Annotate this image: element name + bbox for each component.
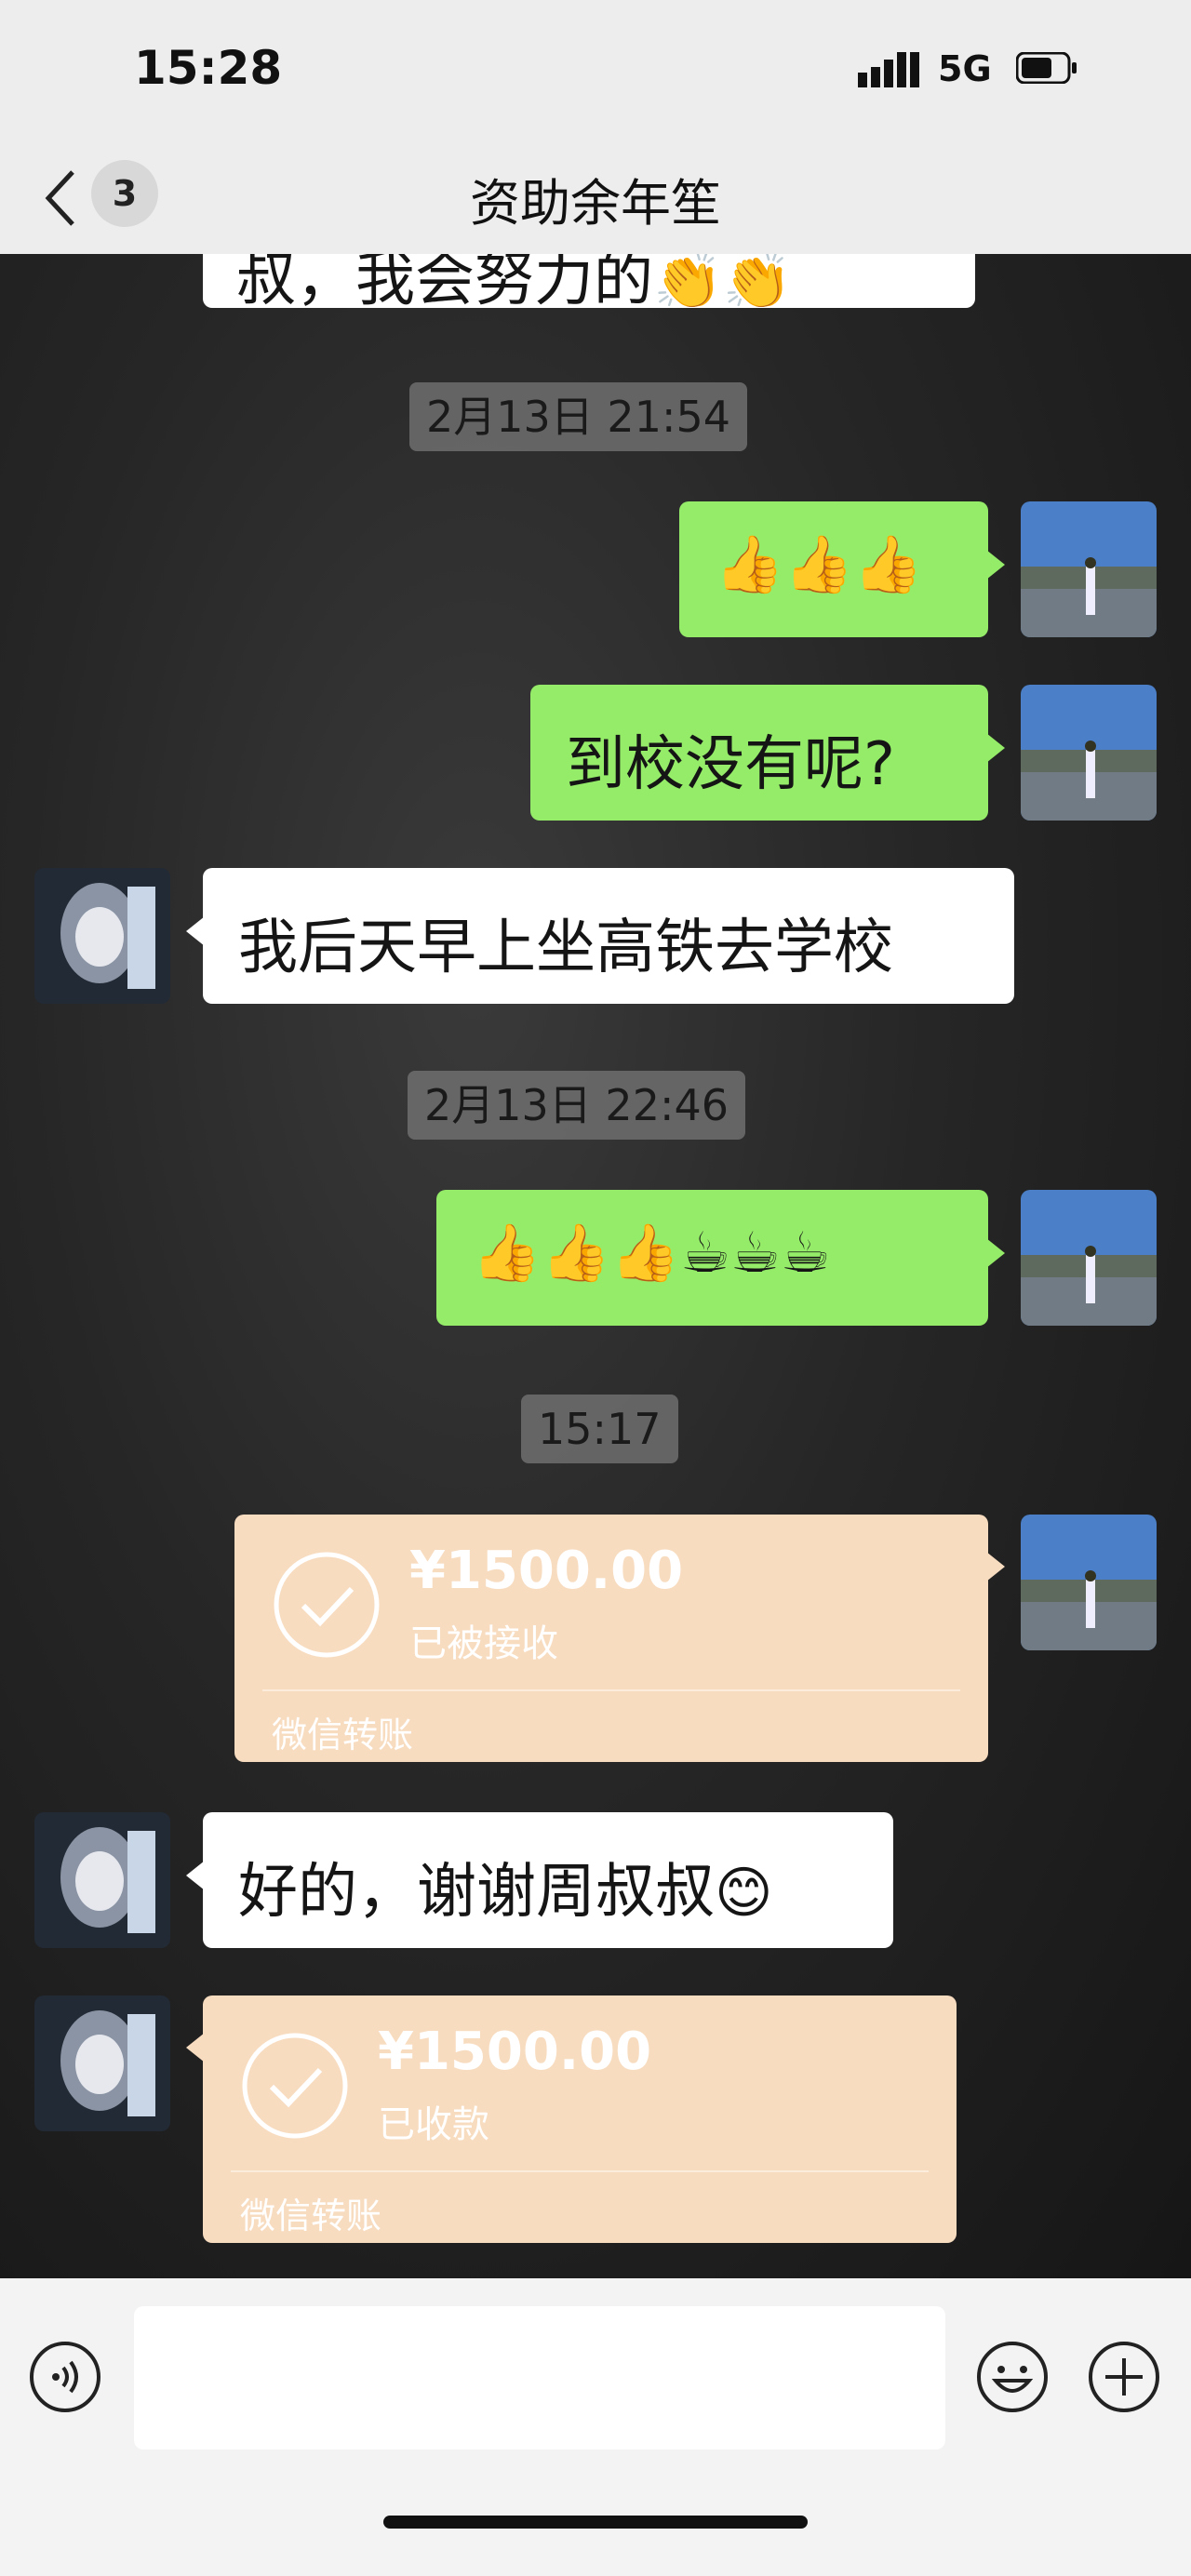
my-avatar[interactable] — [1021, 501, 1157, 637]
status-time: 15:28 — [134, 41, 283, 95]
my-avatar[interactable] — [1021, 1515, 1157, 1650]
clap-emoji: 👏👏 — [653, 254, 793, 308]
message-input[interactable] — [134, 2306, 945, 2449]
transfer-card-sent[interactable]: ¥1500.00 已被接收 微信转账 — [234, 1515, 1005, 1762]
plus-icon[interactable] — [1087, 2340, 1161, 2414]
message-text: 叔，我会努力的 — [236, 254, 653, 308]
transfer-label: 微信转账 — [240, 2196, 382, 2236]
message-text: 我后天早上坐高铁去学校 — [238, 914, 893, 982]
timestamp: 2月13日 22:46 — [408, 1071, 745, 1140]
message-bubble-sent: 👍👍👍 — [679, 501, 1005, 637]
message-bubble-partial: 叔，我会努力的👏👏 — [203, 254, 975, 308]
contact-avatar[interactable] — [34, 1812, 170, 1948]
transfer-amount: ¥1500.00 — [378, 2022, 652, 2082]
thumbs-coffee-emoji: 👍👍👍☕☕☕ — [472, 1221, 831, 1286]
check-circle-icon — [274, 1552, 380, 1658]
my-avatar[interactable] — [1021, 685, 1157, 821]
message-bubble-received: 我后天早上坐高铁去学校 — [186, 868, 1014, 1004]
battery-icon — [1016, 52, 1077, 84]
contact-avatar[interactable] — [34, 1995, 170, 2131]
network-type: 5G — [938, 48, 992, 89]
timestamp: 2月13日 21:54 — [409, 382, 747, 451]
message-bubble-received: 好的，谢谢周叔叔😊 — [186, 1812, 893, 1948]
message-bubble-sent: 到校没有呢? — [530, 685, 1005, 821]
message-text: 到校没有呢? — [566, 730, 895, 799]
emoji-icon[interactable] — [975, 2340, 1050, 2414]
home-indicator[interactable] — [383, 2516, 808, 2529]
status-bar: 15:28 5G — [0, 0, 1191, 144]
check-circle-icon — [242, 2033, 348, 2139]
input-bar — [0, 2278, 1191, 2576]
transfer-status: 已收款 — [378, 2103, 489, 2146]
timestamp: 15:17 — [521, 1395, 678, 1463]
signal-icon — [858, 52, 919, 87]
transfer-label: 微信转账 — [272, 1715, 414, 1755]
transfer-amount: ¥1500.00 — [409, 1541, 684, 1601]
divider — [262, 1689, 960, 1691]
smile-emoji: 😊 — [715, 1861, 773, 1926]
my-avatar[interactable] — [1021, 1190, 1157, 1326]
voice-icon[interactable] — [28, 2340, 102, 2414]
chat-area[interactable]: 叔，我会努力的👏👏 2月13日 21:54 👍👍👍 到校没有呢? 我后天早上坐高… — [0, 254, 1191, 2278]
contact-avatar[interactable] — [34, 868, 170, 1004]
thumbs-up-emoji: 👍👍👍 — [715, 532, 924, 597]
divider — [231, 2170, 929, 2172]
message-bubble-sent: 👍👍👍☕☕☕ — [436, 1190, 1005, 1326]
transfer-card-received[interactable]: ¥1500.00 已收款 微信转账 — [186, 1995, 957, 2243]
message-text: 好的，谢谢周叔叔 — [238, 1858, 715, 1927]
chat-title: 资助余年笙 — [470, 174, 721, 233]
transfer-status: 已被接收 — [409, 1622, 558, 1665]
